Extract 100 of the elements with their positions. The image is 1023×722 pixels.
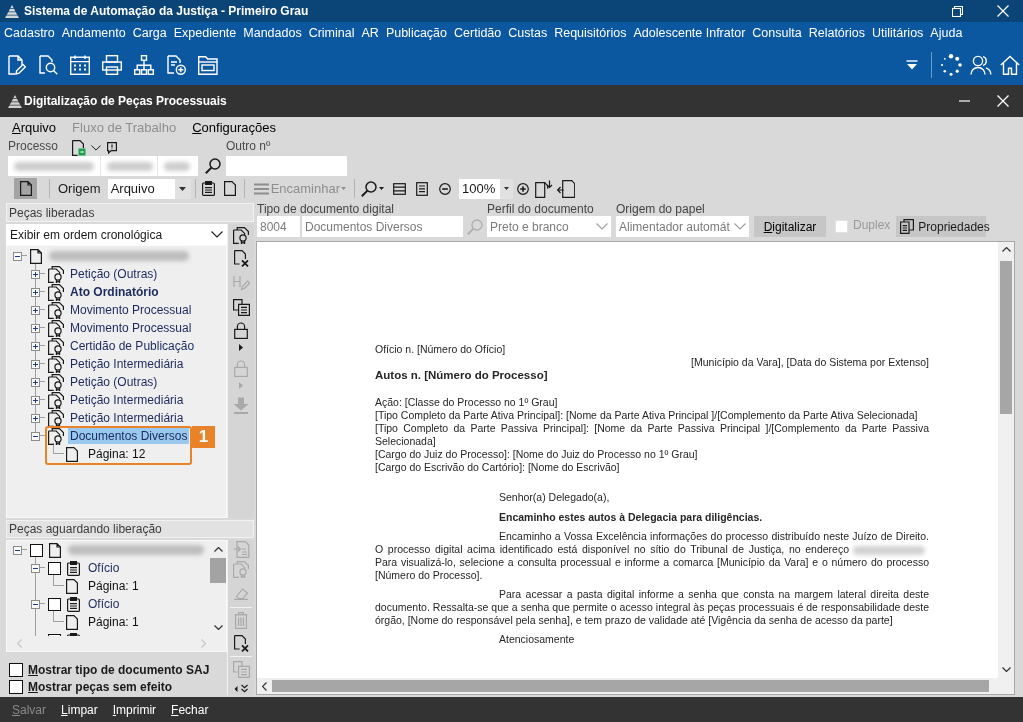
folder-icon[interactable] bbox=[198, 55, 218, 75]
tree-item[interactable]: Ofício bbox=[86, 560, 122, 576]
close-icon[interactable] bbox=[997, 95, 1009, 107]
search-icon[interactable] bbox=[205, 158, 221, 174]
tree-item[interactable]: Petição (Outras) bbox=[68, 374, 160, 390]
document-delete-icon[interactable] bbox=[233, 635, 249, 652]
dropdown-caret-icon[interactable] bbox=[906, 60, 918, 70]
expand-icon[interactable] bbox=[31, 377, 40, 387]
menu-item[interactable]: Expediente bbox=[173, 24, 237, 43]
zoom-select[interactable]: 100% bbox=[459, 178, 513, 199]
panel-toggle-button[interactable] bbox=[14, 178, 37, 199]
menu-item[interactable]: Adolescente Infrator bbox=[633, 24, 746, 43]
scroll-left-icon[interactable] bbox=[262, 681, 267, 691]
page-arrow-icon[interactable] bbox=[557, 179, 575, 198]
horizontal-scrollbar[interactable] bbox=[257, 678, 1014, 694]
document-search-icon[interactable] bbox=[38, 55, 58, 75]
clipboard-icon[interactable] bbox=[201, 181, 215, 196]
menu-item[interactable]: Criminal bbox=[308, 24, 355, 43]
origin-select[interactable]: Arquivo bbox=[107, 178, 191, 199]
scroll-up-icon[interactable] bbox=[213, 547, 223, 552]
menu-item[interactable]: Configurações bbox=[192, 117, 276, 138]
tree-item[interactable]: Petição Intermediária bbox=[68, 392, 186, 408]
menu-item[interactable]: Consulta bbox=[752, 24, 802, 43]
menu-item[interactable]: Mandados bbox=[243, 24, 302, 43]
scroll-arrows-icon[interactable] bbox=[234, 684, 248, 694]
page-arrow-icon[interactable] bbox=[535, 179, 553, 198]
collapse-icon[interactable] bbox=[31, 599, 40, 609]
expand-icon[interactable] bbox=[31, 269, 40, 279]
action-button[interactable]: Imprimir bbox=[112, 700, 157, 719]
tree-item[interactable]: Certidão de Publicação bbox=[68, 338, 197, 354]
tree-item[interactable]: Página: 1 bbox=[86, 614, 141, 630]
tree-item[interactable]: Petição Intermediária bbox=[68, 410, 186, 426]
search-button[interactable] bbox=[361, 180, 384, 197]
expand-icon[interactable] bbox=[31, 305, 40, 315]
scrollbar-thumb[interactable] bbox=[1000, 261, 1012, 414]
copy-icon[interactable] bbox=[232, 299, 250, 316]
collapse-icon[interactable] bbox=[13, 545, 22, 555]
menu-item[interactable]: Cadastro bbox=[4, 24, 55, 43]
tree-item[interactable]: Movimento Processual bbox=[68, 302, 194, 318]
users-icon[interactable] bbox=[970, 55, 992, 75]
home-icon[interactable] bbox=[1000, 55, 1020, 75]
menu-item[interactable]: Certidão bbox=[454, 24, 502, 43]
arrow-right-icon[interactable] bbox=[239, 344, 243, 351]
tree-item[interactable]: Página: 12 bbox=[86, 446, 148, 462]
certified-document-icon[interactable] bbox=[233, 227, 249, 244]
checkbox[interactable] bbox=[48, 561, 61, 575]
menu-item[interactable]: Andamento bbox=[61, 24, 126, 43]
tree-item[interactable]: Página: 1 bbox=[86, 578, 141, 594]
scrollbar-thumb[interactable] bbox=[210, 558, 226, 583]
page-lines-icon[interactable] bbox=[416, 181, 428, 196]
add-document-icon[interactable] bbox=[166, 55, 186, 75]
edit-document-icon[interactable] bbox=[6, 55, 26, 75]
process-number-field[interactable] bbox=[8, 156, 198, 176]
printer-icon[interactable] bbox=[102, 55, 122, 75]
zoom-in-icon[interactable] bbox=[517, 182, 529, 195]
vertical-scrollbar[interactable] bbox=[998, 242, 1014, 678]
collapse-icon[interactable] bbox=[13, 251, 22, 261]
fit-width-icon[interactable] bbox=[393, 182, 406, 195]
checkbox[interactable] bbox=[48, 597, 61, 611]
close-icon[interactable] bbox=[997, 5, 1009, 17]
menu-item[interactable]: Arquivo bbox=[12, 117, 57, 138]
scroll-down-icon[interactable] bbox=[1001, 667, 1011, 672]
scroll-down-icon[interactable] bbox=[213, 625, 223, 630]
expand-icon[interactable] bbox=[31, 395, 40, 405]
hierarchy-icon[interactable] bbox=[134, 55, 154, 75]
tree-item[interactable]: Petição (Outras) bbox=[68, 266, 160, 282]
document-delete-icon[interactable] bbox=[233, 250, 249, 267]
expand-icon[interactable] bbox=[31, 323, 40, 333]
checkbox[interactable] bbox=[30, 543, 43, 557]
note-icon[interactable] bbox=[107, 141, 117, 154]
expand-icon[interactable] bbox=[31, 359, 40, 369]
document-icon[interactable] bbox=[72, 139, 86, 156]
tree-item[interactable]: Documentos Diversos bbox=[68, 428, 190, 444]
checkbox[interactable] bbox=[9, 662, 23, 677]
tree-item[interactable]: Petição Intermediária bbox=[68, 356, 186, 372]
menu-item[interactable]: Publicação bbox=[385, 24, 448, 43]
collapse-icon[interactable] bbox=[31, 563, 40, 573]
calendar-icon[interactable] bbox=[70, 55, 90, 75]
tree-item[interactable]: Ofício bbox=[86, 596, 122, 612]
tree-item[interactable]: Ato Ordinatório bbox=[68, 284, 161, 300]
menu-item[interactable]: Custas bbox=[508, 24, 548, 43]
scrollbar-thumb[interactable] bbox=[272, 680, 989, 692]
menu-item[interactable]: AR bbox=[361, 24, 379, 43]
zoom-out-icon[interactable] bbox=[439, 182, 451, 195]
lock-icon[interactable] bbox=[234, 322, 248, 339]
chevron-down-icon[interactable] bbox=[91, 144, 101, 151]
action-button[interactable]: Fechar bbox=[171, 700, 209, 719]
menu-item[interactable]: Carga bbox=[132, 24, 167, 43]
expand-icon[interactable] bbox=[31, 413, 40, 423]
other-number-field[interactable] bbox=[226, 156, 347, 176]
collapse-icon[interactable] bbox=[31, 431, 40, 441]
menu-item[interactable]: Utilitários bbox=[871, 24, 924, 43]
scan-button[interactable]: Digitalizar bbox=[754, 216, 826, 237]
expand-icon[interactable] bbox=[31, 287, 40, 297]
checkbox-label[interactable]: Mostrar tipo de documento SAJ bbox=[28, 660, 210, 679]
menu-item[interactable]: Ajuda bbox=[930, 24, 963, 43]
checkbox[interactable] bbox=[9, 679, 23, 694]
menu-item[interactable]: Requisitórios bbox=[554, 24, 627, 43]
restore-icon[interactable] bbox=[952, 5, 963, 17]
menu-item[interactable]: Relatórios bbox=[808, 24, 865, 43]
